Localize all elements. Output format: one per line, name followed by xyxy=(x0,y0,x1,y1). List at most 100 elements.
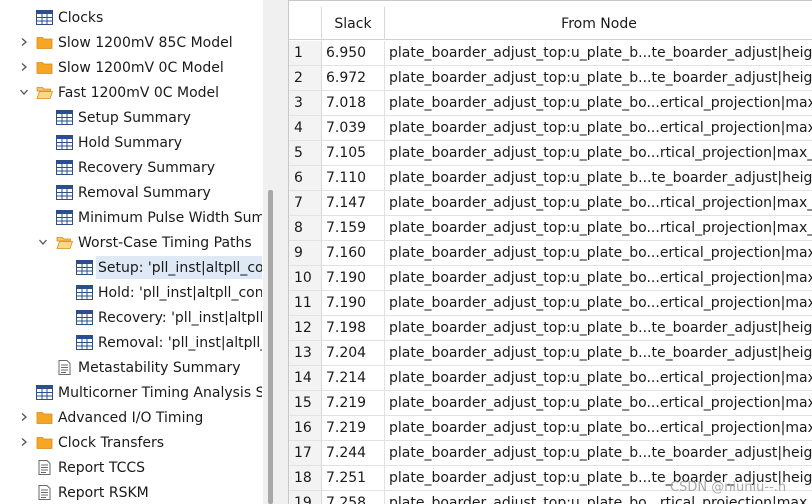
table-row[interactable]: 5 7.105 plate_boarder_adjust_top:u_plate_b… xyxy=(289,141,812,166)
table-row[interactable]: 11 7.190 plate_boarder_adjust_top:u_plate_… xyxy=(289,291,812,316)
report-tree: Clocks Slow 1200mV 85C Model Slow 1200mV 0… xyxy=(0,0,262,504)
chevron-down-icon[interactable] xyxy=(37,236,49,248)
slack-cell: 7.198 xyxy=(322,316,385,340)
row-index-cell: 13 xyxy=(289,341,322,365)
folder-open-icon xyxy=(56,235,73,250)
table-row[interactable]: 14 7.214 plate_boarder_adjust_top:u_plate_… xyxy=(289,366,812,391)
from-node-cell: plate_boarder_adjust_top:u_plate_bo...rt… xyxy=(389,220,812,236)
tree-item-3[interactable]: Fast 1200mV 0C Model xyxy=(0,80,262,105)
from-node-cell: plate_boarder_adjust_top:u_plate_bo...er… xyxy=(389,370,812,386)
table-row[interactable]: 1 6.950 plate_boarder_adjust_top:u_plate_b… xyxy=(289,41,812,66)
table-row[interactable]: 16 7.219 plate_boarder_adjust_top:u_plate_… xyxy=(289,416,812,441)
document-icon xyxy=(56,360,73,375)
tree-item-9[interactable]: Worst-Case Timing Paths xyxy=(0,230,262,255)
slack-cell: 7.159 xyxy=(322,216,385,240)
slack-cell: 7.190 xyxy=(322,266,385,290)
from-node-cell: plate_boarder_adjust_top:u_plate_bo...er… xyxy=(389,245,812,261)
tree-item-label-wrap: Removal Summary xyxy=(76,181,262,204)
table-row[interactable]: 2 6.972 plate_boarder_adjust_top:u_plate_b… xyxy=(289,66,812,91)
table-row[interactable]: 15 7.219 plate_boarder_adjust_top:u_plate_… xyxy=(289,391,812,416)
from-node-cell: plate_boarder_adjust_top:u_plate_b...te_… xyxy=(389,45,812,61)
table-row[interactable]: 7 7.147 plate_boarder_adjust_top:u_plate_b… xyxy=(289,191,812,216)
row-index-cell: 3 xyxy=(289,91,322,115)
chevron-right-icon[interactable] xyxy=(18,436,30,448)
row-index-cell: 5 xyxy=(289,141,322,165)
tree-item-18[interactable]: Report TCCS xyxy=(0,455,262,480)
tree-scrollbar-thumb[interactable] xyxy=(268,190,273,504)
tree-item-label: Slow 1200mV 85C Model xyxy=(58,34,233,51)
tree-item-5[interactable]: Hold Summary xyxy=(0,130,262,155)
chevron-right-icon[interactable] xyxy=(18,411,30,423)
tree-item-1[interactable]: Slow 1200mV 85C Model xyxy=(0,30,262,55)
panel-splitter[interactable] xyxy=(277,0,288,504)
table-icon xyxy=(76,285,93,300)
column-header-from-node[interactable]: From Node xyxy=(385,7,812,40)
slack-cell: 7.251 xyxy=(322,466,385,490)
table-row[interactable]: 10 7.190 plate_boarder_adjust_top:u_plate_… xyxy=(289,266,812,291)
tree-item-7[interactable]: Removal Summary xyxy=(0,180,262,205)
tree-item-15[interactable]: Multicorner Timing Analysis S xyxy=(0,380,262,405)
slack-cell: 7.110 xyxy=(322,166,385,190)
tree-item-label-wrap: Clock Transfers xyxy=(56,431,262,454)
tree-item-4[interactable]: Setup Summary xyxy=(0,105,262,130)
column-header-slack[interactable]: Slack xyxy=(322,7,385,40)
table-row[interactable]: 4 7.039 plate_boarder_adjust_top:u_plate_b… xyxy=(289,116,812,141)
slack-cell: 7.204 xyxy=(322,341,385,365)
tree-item-label-wrap: Fast 1200mV 0C Model xyxy=(56,81,262,104)
tree-item-label: Fast 1200mV 0C Model xyxy=(58,84,220,101)
table-icon xyxy=(76,310,93,325)
slack-cell: 7.018 xyxy=(322,91,385,115)
table-row[interactable]: 13 7.204 plate_boarder_adjust_top:u_plate_… xyxy=(289,341,812,366)
chevron-right-icon[interactable] xyxy=(18,61,30,73)
table-icon xyxy=(56,185,73,200)
table-row[interactable]: 17 7.244 plate_boarder_adjust_top:u_plate_… xyxy=(289,441,812,466)
tree-item-label-wrap: Metastability Summary xyxy=(76,356,262,379)
tree-item-0[interactable]: Clocks xyxy=(0,5,262,30)
tree-item-label: Setup: 'pll_inst|altpll_co xyxy=(98,259,262,276)
tree-item-label-wrap: Hold: 'pll_inst|altpll_con xyxy=(96,281,262,304)
table-row[interactable]: 8 7.159 plate_boarder_adjust_top:u_plate_b… xyxy=(289,216,812,241)
from-node-cell: plate_boarder_adjust_top:u_plate_b...te_… xyxy=(389,320,812,336)
tree-item-label: Hold: 'pll_inst|altpll_con xyxy=(98,284,262,301)
row-index-cell: 18 xyxy=(289,466,322,490)
tree-item-12[interactable]: Recovery: 'pll_inst|altpll_ xyxy=(0,305,262,330)
tree-item-16[interactable]: Advanced I/O Timing xyxy=(0,405,262,430)
from-node-cell: plate_boarder_adjust_top:u_plate_bo...rt… xyxy=(389,195,812,211)
tree-item-label-wrap: Removal: 'pll_inst|altpll_ xyxy=(96,331,262,354)
tree-item-8[interactable]: Minimum Pulse Width Sum xyxy=(0,205,262,230)
slack-cell: 7.160 xyxy=(322,241,385,265)
tree-item-14[interactable]: Metastability Summary xyxy=(0,355,262,380)
chevron-down-icon[interactable] xyxy=(18,86,30,98)
tree-item-17[interactable]: Clock Transfers xyxy=(0,430,262,455)
tree-item-6[interactable]: Recovery Summary xyxy=(0,155,262,180)
table-row[interactable]: 3 7.018 plate_boarder_adjust_top:u_plate_b… xyxy=(289,91,812,116)
tree-item-19[interactable]: Report RSKM xyxy=(0,480,262,504)
column-header-index[interactable] xyxy=(289,7,322,40)
table-row[interactable]: 6 7.110 plate_boarder_adjust_top:u_plate_b… xyxy=(289,166,812,191)
tree-item-11[interactable]: Hold: 'pll_inst|altpll_con xyxy=(0,280,262,305)
slack-cell: 7.147 xyxy=(322,191,385,215)
tree-item-label: Report TCCS xyxy=(58,459,146,476)
slack-cell: 7.244 xyxy=(322,441,385,465)
chevron-right-icon[interactable] xyxy=(18,36,30,48)
table-row[interactable]: 12 7.198 plate_boarder_adjust_top:u_plate_… xyxy=(289,316,812,341)
document-icon xyxy=(36,460,53,475)
tree-item-label: Slow 1200mV 0C Model xyxy=(58,59,224,76)
table-icon xyxy=(56,135,73,150)
slack-cell: 7.039 xyxy=(322,116,385,140)
row-index-cell: 12 xyxy=(289,316,322,340)
tree-item-2[interactable]: Slow 1200mV 0C Model xyxy=(0,55,262,80)
tree-item-label: Metastability Summary xyxy=(78,359,241,376)
table-icon xyxy=(56,210,73,225)
from-node-cell: plate_boarder_adjust_top:u_plate_b...te_… xyxy=(389,345,812,361)
from-node-cell: plate_boarder_adjust_top:u_plate_bo...er… xyxy=(389,95,812,111)
tree-item-13[interactable]: Removal: 'pll_inst|altpll_ xyxy=(0,330,262,355)
tree-item-label-wrap: Recovery Summary xyxy=(76,156,262,179)
folder-icon xyxy=(36,410,53,425)
table-row[interactable]: 9 7.160 plate_boarder_adjust_top:u_plate_b… xyxy=(289,241,812,266)
from-node-cell: plate_boarder_adjust_top:u_plate_bo...er… xyxy=(389,295,812,311)
row-index-cell: 19 xyxy=(289,491,322,504)
folder-open-icon xyxy=(36,85,53,100)
from-node-cell: plate_boarder_adjust_top:u_plate_bo...er… xyxy=(389,120,812,136)
tree-item-10[interactable]: Setup: 'pll_inst|altpll_co xyxy=(0,255,262,280)
